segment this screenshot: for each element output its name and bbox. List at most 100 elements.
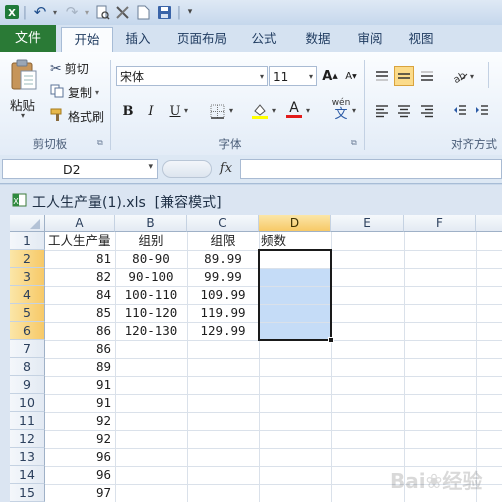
align-top-icon[interactable]	[372, 66, 392, 86]
cell-b5[interactable]: 110-120	[115, 304, 187, 322]
row-header-12[interactable]: 12	[10, 430, 45, 448]
column-header-e[interactable]: E	[331, 215, 404, 232]
row-header-4[interactable]: 4	[10, 286, 45, 304]
new-document-icon[interactable]	[134, 3, 152, 21]
decrease-indent-icon[interactable]	[450, 101, 470, 121]
align-right-icon[interactable]	[417, 101, 437, 121]
tools-icon[interactable]	[113, 3, 131, 21]
tab-review[interactable]: 审阅	[350, 27, 390, 50]
phonetic-dropdown-icon[interactable]: ▾	[352, 106, 356, 115]
cell-a1[interactable]: 工人生产量	[46, 232, 115, 250]
cell-b3[interactable]: 90-100	[115, 268, 187, 286]
cell-a14[interactable]: 96	[45, 466, 115, 484]
select-all-corner[interactable]	[10, 215, 45, 232]
redo-dropdown-icon[interactable]: ▾	[82, 3, 92, 21]
column-header-c[interactable]: C	[187, 215, 259, 232]
bold-button[interactable]: B	[118, 101, 138, 121]
cell-a4[interactable]: 84	[45, 286, 115, 304]
italic-button[interactable]: I	[141, 101, 161, 121]
column-header-g-partial[interactable]	[476, 215, 502, 232]
borders-dropdown-icon[interactable]: ▾	[229, 106, 233, 115]
cell-d1[interactable]: 频数	[259, 232, 331, 250]
name-box-dropdown-icon[interactable]: ▾	[148, 162, 153, 172]
align-left-icon[interactable]	[372, 101, 392, 121]
tab-view[interactable]: 视图	[401, 27, 441, 50]
cell-c5[interactable]: 119.99	[187, 304, 259, 322]
format-painter-button[interactable]: 格式刷	[50, 108, 104, 125]
print-preview-icon[interactable]	[93, 3, 111, 21]
row-header-1[interactable]: 1	[10, 232, 45, 250]
cell-c1[interactable]: 组限	[187, 232, 259, 250]
underline-button[interactable]: U	[165, 101, 185, 121]
cell-b1[interactable]: 组别	[115, 232, 187, 250]
row-header-8[interactable]: 8	[10, 358, 45, 376]
fill-color-dropdown-icon[interactable]: ▾	[272, 106, 276, 115]
cell-a6[interactable]: 86	[45, 322, 115, 340]
row-header-5[interactable]: 5	[10, 304, 45, 322]
cell-a11[interactable]: 92	[45, 412, 115, 430]
fill-handle[interactable]	[328, 337, 334, 343]
tab-insert[interactable]: 插入	[118, 27, 158, 50]
phonetic-button[interactable]: wén 文	[328, 99, 354, 122]
grow-font-button[interactable]: A ▲	[320, 66, 340, 86]
cell-a3[interactable]: 82	[45, 268, 115, 286]
orientation-dropdown-icon[interactable]: ▾	[470, 72, 474, 81]
row-header-15[interactable]: 15	[10, 484, 45, 502]
paste-button[interactable]: 粘贴	[10, 95, 40, 113]
tab-home[interactable]: 开始	[61, 27, 113, 52]
row-header-10[interactable]: 10	[10, 394, 45, 412]
cell-a12[interactable]: 92	[45, 430, 115, 448]
cell-b6[interactable]: 120-130	[115, 322, 187, 340]
column-header-b[interactable]: B	[115, 215, 187, 232]
increase-indent-icon[interactable]	[472, 101, 492, 121]
cell-b2[interactable]: 80-90	[115, 250, 187, 268]
insert-function-button[interactable]: fx	[214, 158, 238, 180]
row-header-13[interactable]: 13	[10, 448, 45, 466]
cell-a9[interactable]: 91	[45, 376, 115, 394]
cell-a2[interactable]: 81	[45, 250, 115, 268]
clipboard-dialog-launcher-icon[interactable]: ⧉	[97, 138, 103, 148]
cell-a5[interactable]: 85	[45, 304, 115, 322]
align-bottom-icon[interactable]	[417, 66, 437, 86]
row-header-7[interactable]: 7	[10, 340, 45, 358]
paste-icon[interactable]	[8, 58, 40, 92]
borders-icon[interactable]	[207, 101, 227, 121]
tab-data[interactable]: 数据	[298, 27, 338, 50]
fill-color-icon[interactable]	[250, 101, 270, 121]
customize-qa-icon[interactable]: ▾	[184, 3, 196, 21]
cell-a8[interactable]: 89	[45, 358, 115, 376]
undo-icon[interactable]: ↶	[30, 3, 50, 21]
formula-bar-expand-handle[interactable]	[162, 160, 212, 178]
cell-a10[interactable]: 91	[45, 394, 115, 412]
font-size-dropdown-icon[interactable]: ▾	[309, 67, 313, 87]
redo-icon[interactable]: ↷	[62, 3, 82, 21]
cell-c2[interactable]: 89.99	[187, 250, 259, 268]
align-middle-icon[interactable]	[394, 66, 414, 86]
column-header-a[interactable]: A	[45, 215, 115, 232]
cut-button[interactable]: ✂ 剪切	[50, 60, 89, 77]
row-header-14[interactable]: 14	[10, 466, 45, 484]
paste-dropdown-icon[interactable]: ▾	[21, 111, 25, 120]
save-icon[interactable]	[155, 3, 173, 21]
row-header-6[interactable]: 6	[10, 322, 45, 340]
row-header-3[interactable]: 3	[10, 268, 45, 286]
wrap-text-edge[interactable]	[488, 62, 497, 88]
font-name-combo[interactable]: 宋体 ▾	[116, 66, 268, 86]
tab-file[interactable]: 文件	[0, 25, 56, 52]
align-center-icon[interactable]	[394, 101, 414, 121]
cell-b4[interactable]: 100-110	[115, 286, 187, 304]
name-box[interactable]: D2 ▾	[2, 159, 158, 179]
row-header-9[interactable]: 9	[10, 376, 45, 394]
font-size-combo[interactable]: 11 ▾	[269, 66, 317, 86]
column-header-d[interactable]: D	[259, 215, 331, 232]
column-header-f[interactable]: F	[404, 215, 476, 232]
tab-page-layout[interactable]: 页面布局	[170, 27, 234, 50]
copy-dropdown-icon[interactable]: ▾	[95, 88, 99, 97]
font-name-dropdown-icon[interactable]: ▾	[260, 67, 264, 87]
font-color-button[interactable]: A	[284, 99, 304, 119]
font-color-dropdown-icon[interactable]: ▾	[306, 106, 310, 115]
cell-c6[interactable]: 129.99	[187, 322, 259, 340]
underline-dropdown-icon[interactable]: ▾	[184, 106, 188, 115]
shrink-font-button[interactable]: A ▼	[341, 66, 361, 86]
row-header-2[interactable]: 2	[10, 250, 45, 268]
